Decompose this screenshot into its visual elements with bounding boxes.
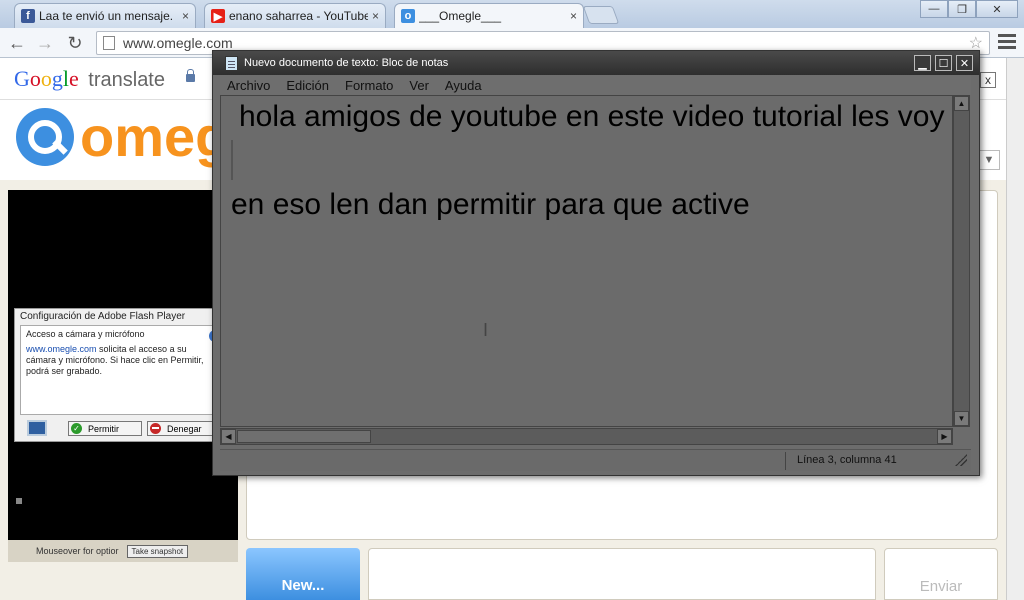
- page-icon: [103, 36, 115, 50]
- notepad-vertical-scrollbar[interactable]: ▲ ▼: [953, 95, 970, 427]
- notepad-menubar: Archivo Edición Formato Ver Ayuda: [220, 75, 971, 95]
- message-input[interactable]: [368, 548, 876, 600]
- new-chat-button[interactable]: New...: [246, 548, 360, 600]
- horizontal-scroll-thumb[interactable]: [237, 430, 371, 443]
- browser-titlebar: f Laa te envió un mensaje. × ▶ enano sah…: [0, 0, 1024, 28]
- google-translate-logo: Google translate: [14, 66, 165, 91]
- menu-ayuda[interactable]: Ayuda: [445, 78, 482, 93]
- flash-dialog-heading: Acceso a cámara y micrófono: [26, 329, 145, 339]
- monitor-icon[interactable]: [27, 420, 47, 436]
- url-text: www.omegle.com: [123, 35, 233, 51]
- tab-facebook[interactable]: f Laa te envió un mensaje. ×: [14, 3, 196, 28]
- window-close-button[interactable]: ✕: [976, 0, 1018, 18]
- notepad-minimize-button[interactable]: ▁: [914, 55, 931, 71]
- youtube-icon: ▶: [211, 9, 225, 23]
- scroll-right-icon[interactable]: ▶: [937, 429, 952, 444]
- video-options-bar: Mouseover for optior Take snapshot: [8, 540, 238, 562]
- menu-archivo[interactable]: Archivo: [227, 78, 270, 93]
- allow-button[interactable]: ✓ Permitir: [68, 421, 142, 436]
- tab-omegle[interactable]: o ___Omegle___ ×: [394, 3, 584, 28]
- flash-settings-dialog: Configuración de Adobe Flash Player Acce…: [14, 308, 228, 442]
- new-tab-button[interactable]: [582, 6, 620, 24]
- minimize-button[interactable]: —: [920, 0, 948, 18]
- translate-close-button[interactable]: x: [980, 72, 996, 88]
- notepad-horizontal-scrollbar[interactable]: ◀ ▶: [220, 428, 953, 445]
- deny-icon: [150, 423, 161, 434]
- menu-edicion[interactable]: Edición: [286, 78, 329, 93]
- notepad-statusbar: Línea 3, columna 41: [220, 449, 971, 471]
- page-scrollbar[interactable]: [1006, 58, 1024, 600]
- scroll-up-icon[interactable]: ▲: [954, 96, 969, 111]
- close-icon[interactable]: ×: [372, 9, 379, 23]
- video-indicator: [16, 498, 22, 504]
- chevron-down-icon[interactable]: ▼: [978, 150, 1000, 170]
- deny-label: Denegar: [167, 423, 202, 434]
- translate-word: translate: [88, 69, 165, 91]
- send-button[interactable]: Enviar: [884, 548, 998, 600]
- notepad-text-area[interactable]: hola amigos de youtube en este video tut…: [220, 95, 953, 427]
- menu-formato[interactable]: Formato: [345, 78, 393, 93]
- notepad-titlebar[interactable]: Nuevo documento de texto: Bloc de notas …: [213, 51, 979, 75]
- scroll-left-icon[interactable]: ◀: [221, 429, 236, 444]
- mouseover-text: Mouseover for optior: [36, 546, 119, 556]
- scroll-down-icon[interactable]: ▼: [954, 411, 969, 426]
- take-snapshot-button[interactable]: Take snapshot: [126, 544, 189, 558]
- text-line-3: en eso len dan permitir para que active: [231, 188, 750, 221]
- tab-label: ___Omegle___: [419, 9, 502, 23]
- reload-icon[interactable]: ↻: [64, 32, 86, 54]
- cursor-position: Línea 3, columna 41: [797, 454, 897, 466]
- back-arrow-icon[interactable]: ←: [6, 32, 28, 54]
- status-divider: [785, 452, 786, 470]
- flash-dialog-message: www.omegle.com solicita el acceso a su c…: [26, 344, 218, 377]
- text-line-1: hola amigos de youtube en este video tut…: [239, 100, 945, 133]
- notepad-window: Nuevo documento de texto: Bloc de notas …: [212, 50, 980, 476]
- ibeam-cursor-icon: I: [483, 320, 489, 340]
- browser-menu-icon[interactable]: [998, 34, 1016, 52]
- notepad-window-controls: ▁ ☐ ✕: [914, 55, 973, 71]
- text-caret: [231, 140, 233, 180]
- lock-icon: [186, 69, 195, 82]
- notepad-icon: [225, 56, 238, 71]
- tab-youtube[interactable]: ▶ enano saharrea - YouTube ×: [204, 3, 386, 28]
- flash-dialog-link[interactable]: www.omegle.com: [26, 344, 97, 354]
- notepad-title: Nuevo documento de texto: Bloc de notas: [244, 57, 449, 69]
- maximize-button[interactable]: ❐: [948, 0, 976, 18]
- flash-dialog-body: Acceso a cámara y micrófono www.omegle.c…: [20, 325, 224, 415]
- resize-grip-icon[interactable]: [955, 454, 967, 466]
- notepad-maximize-button[interactable]: ☐: [935, 55, 952, 71]
- facebook-icon: f: [21, 9, 35, 23]
- allow-label: Permitir: [88, 423, 119, 434]
- menu-ver[interactable]: Ver: [409, 78, 429, 93]
- omegle-logo-icon: [16, 108, 74, 166]
- flash-dialog-title: Configuración de Adobe Flash Player: [20, 311, 186, 322]
- forward-arrow-icon[interactable]: →: [34, 32, 56, 54]
- tab-label: enano saharrea - YouTube: [229, 9, 368, 23]
- tab-label: Laa te envió un mensaje.: [39, 9, 174, 23]
- omegle-icon: o: [401, 9, 415, 23]
- deny-button[interactable]: Denegar: [147, 421, 217, 436]
- window-controls: — ❐ ✕: [920, 0, 1018, 18]
- notepad-close-button[interactable]: ✕: [956, 55, 973, 71]
- close-icon[interactable]: ×: [182, 9, 189, 23]
- checkmark-icon: ✓: [71, 423, 82, 434]
- close-icon[interactable]: ×: [570, 9, 577, 23]
